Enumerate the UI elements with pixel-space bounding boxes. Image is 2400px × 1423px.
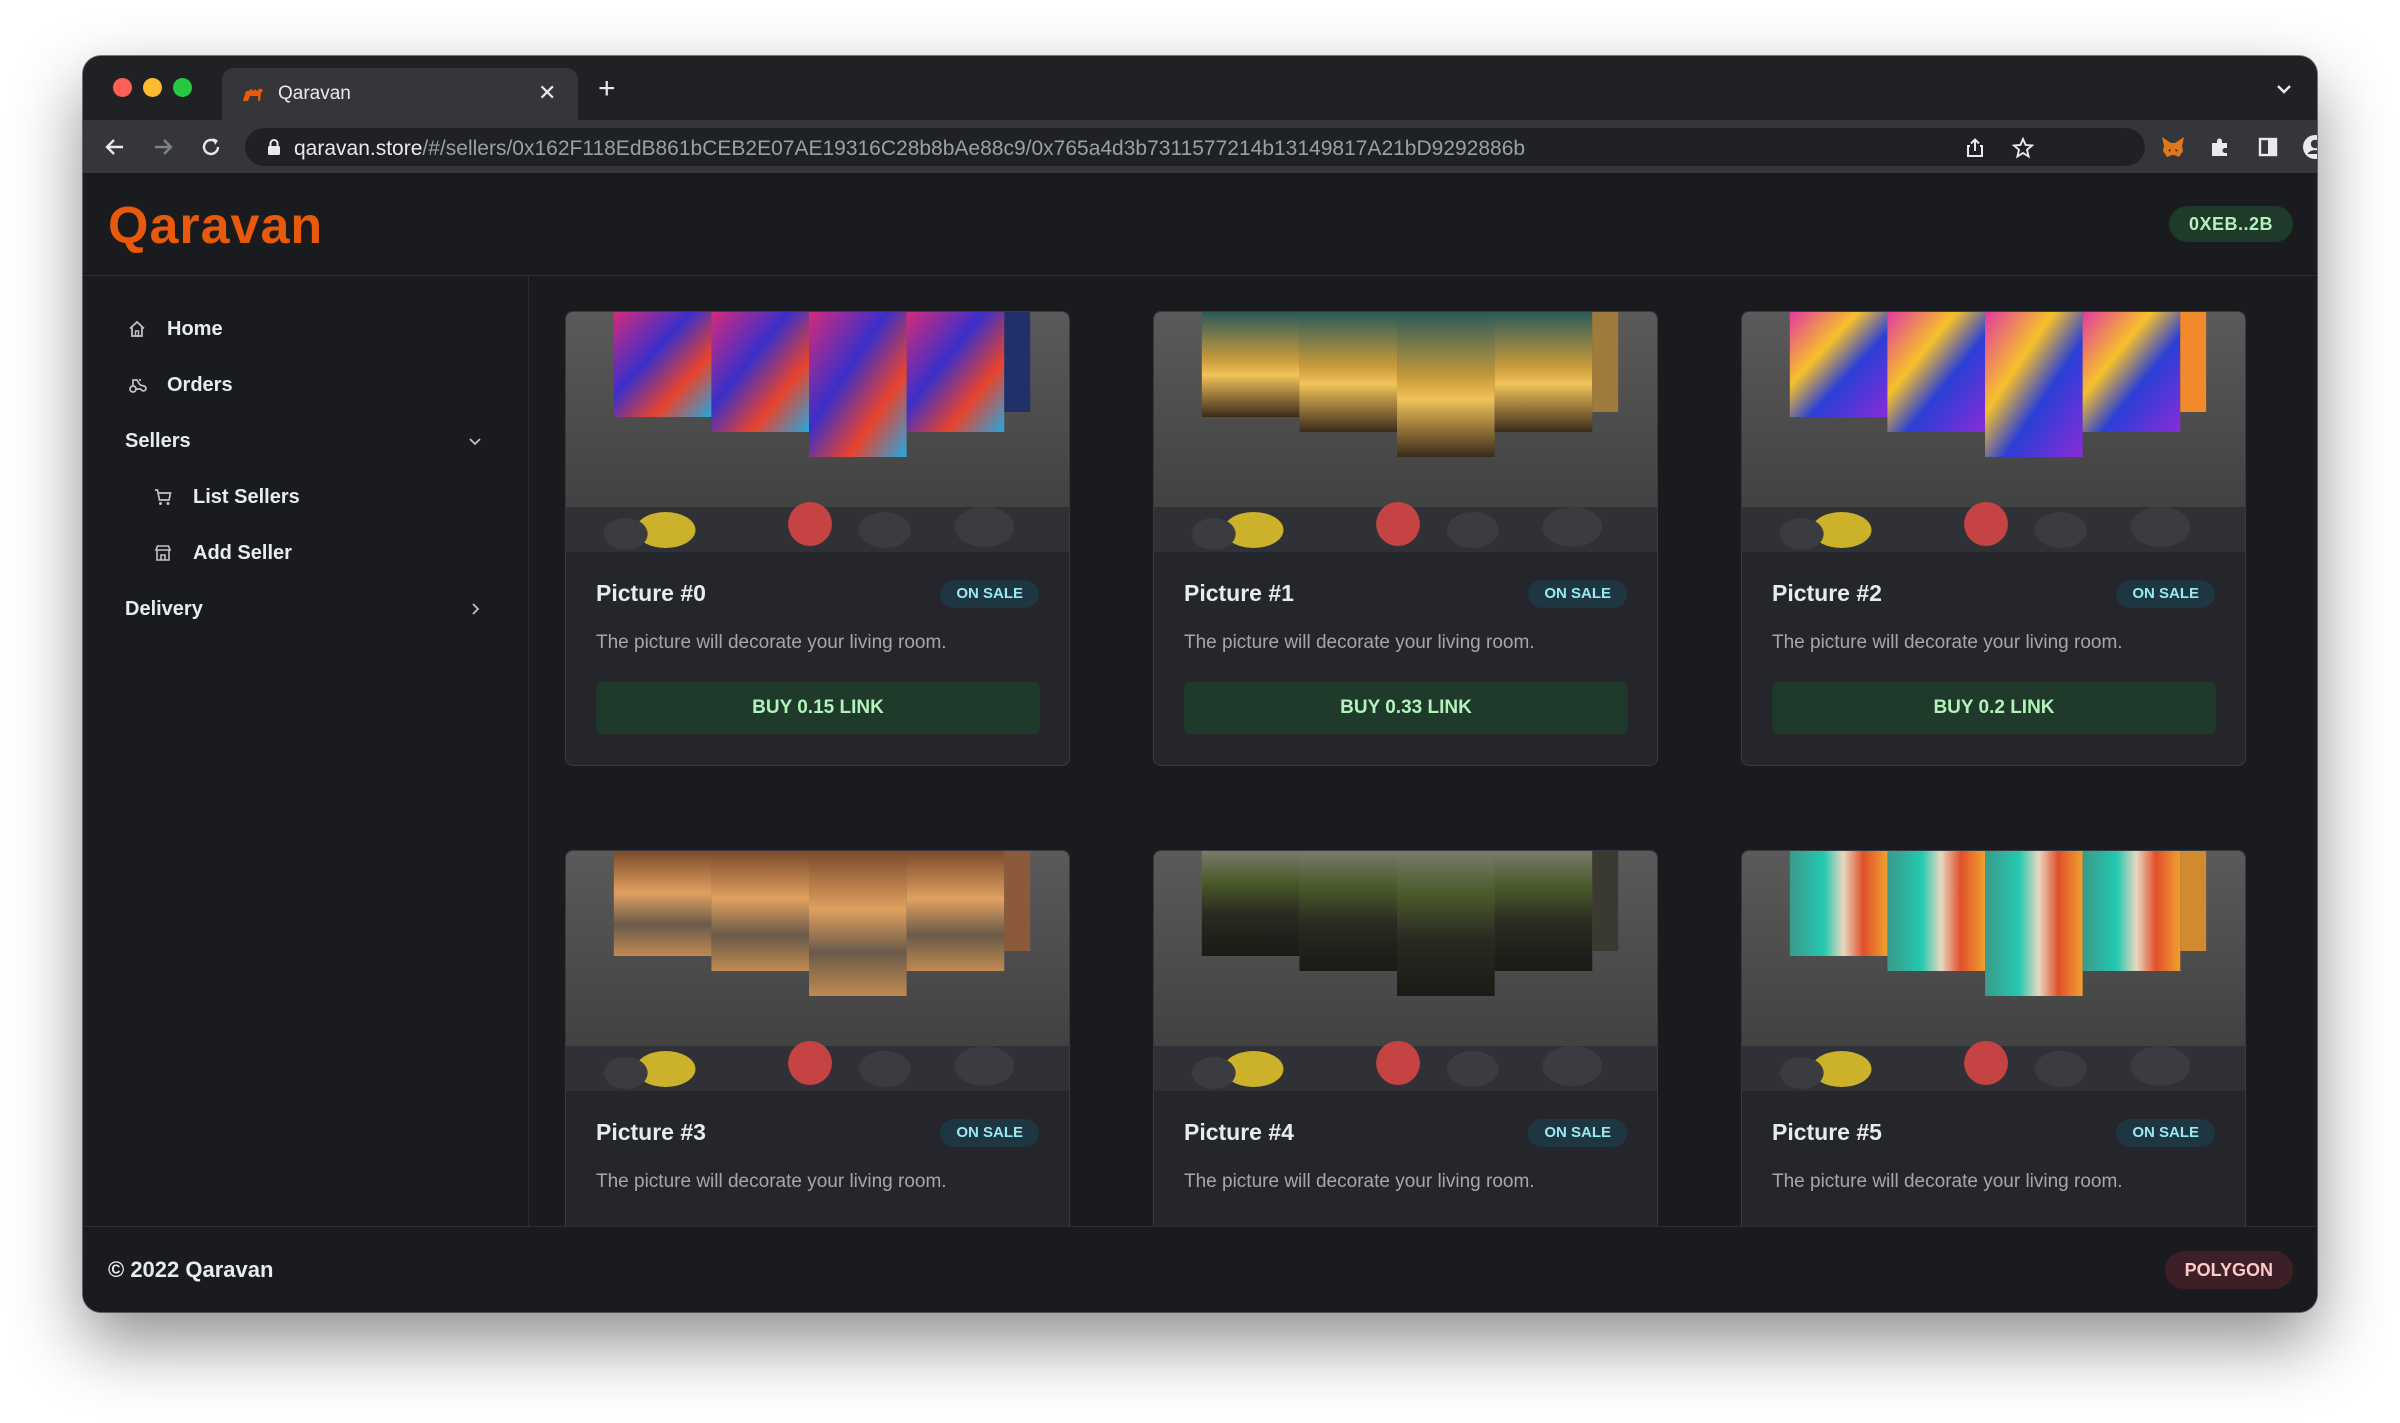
on-sale-badge: ON SALE bbox=[2116, 1119, 2215, 1147]
sidebar-item-home[interactable]: Home bbox=[125, 309, 223, 349]
profile-avatar-icon[interactable] bbox=[2301, 133, 2317, 161]
product-image[interactable] bbox=[1154, 312, 1657, 552]
camel-icon bbox=[243, 88, 263, 101]
on-sale-badge: ON SALE bbox=[1528, 580, 1627, 608]
sidebar-item-label: Home bbox=[167, 317, 223, 340]
on-sale-badge: ON SALE bbox=[1528, 1119, 1627, 1147]
cart-icon bbox=[151, 485, 175, 509]
maximize-window-button[interactable] bbox=[173, 78, 192, 97]
product-image[interactable] bbox=[1742, 312, 2245, 552]
wallet-address-badge[interactable]: 0XEB..2B bbox=[2168, 206, 2293, 242]
buy-button[interactable]: BUY 0.15 LINK bbox=[596, 682, 1040, 734]
product-title: Picture #2 bbox=[1772, 580, 1882, 606]
close-tab-icon[interactable]: ✕ bbox=[538, 80, 556, 106]
buy-button[interactable]: BUY 0.2 LINK bbox=[1772, 682, 2216, 734]
product-card: Picture #0 ON SALE The picture will deco… bbox=[565, 311, 1070, 766]
sidebar-item-sellers[interactable]: Sellers bbox=[125, 421, 191, 461]
sidebar-item-label: Add Seller bbox=[193, 541, 292, 564]
minimize-window-button[interactable] bbox=[143, 78, 162, 97]
browser-toolbar: qaravan.store/#/sellers/0x162F118EdB861b… bbox=[83, 120, 2317, 174]
product-image[interactable] bbox=[1742, 851, 2245, 1091]
product-card: Picture #2 ON SALE The picture will deco… bbox=[1741, 311, 2246, 766]
tab-title: Qaravan bbox=[278, 83, 351, 104]
product-card: Picture #3 ON SALE The picture will deco… bbox=[565, 850, 1070, 1226]
new-tab-button[interactable]: + bbox=[598, 74, 616, 104]
app-root: Qaravan 0XEB..2B Home Orders Sellers Lis… bbox=[83, 174, 2317, 1312]
product-description: The picture will decorate your living ro… bbox=[596, 1171, 947, 1192]
sidebar-item-orders[interactable]: Orders bbox=[125, 365, 233, 405]
copyright-text: © 2022 Qaravan bbox=[108, 1257, 274, 1282]
sidebar-item-label: Sellers bbox=[125, 429, 191, 452]
chevron-right-icon[interactable] bbox=[466, 600, 484, 618]
close-window-button[interactable] bbox=[113, 78, 132, 97]
product-title: Picture #4 bbox=[1184, 1119, 1294, 1145]
product-title: Picture #0 bbox=[596, 580, 706, 606]
product-description: The picture will decorate your living ro… bbox=[1772, 632, 2123, 653]
product-card: Picture #5 ON SALE The picture will deco… bbox=[1741, 850, 2246, 1226]
product-image[interactable] bbox=[1154, 851, 1657, 1091]
browser-tab[interactable]: Qaravan ✕ bbox=[222, 68, 578, 120]
building-store-icon bbox=[151, 541, 175, 565]
product-card: Picture #4 ON SALE The picture will deco… bbox=[1153, 850, 1658, 1226]
browser-window: Qaravan ✕ + qaravan.store/#/sellers/0x16… bbox=[83, 56, 2317, 1312]
sidebar-item-label: Delivery bbox=[125, 597, 203, 620]
tab-search-chevron-icon[interactable] bbox=[2273, 78, 2295, 100]
buy-button[interactable]: BUY 0.33 LINK bbox=[1184, 682, 1628, 734]
product-image[interactable] bbox=[566, 851, 1069, 1091]
chevron-down-icon[interactable] bbox=[466, 432, 484, 450]
share-icon[interactable] bbox=[1963, 136, 1987, 160]
back-icon[interactable] bbox=[101, 133, 129, 161]
forward-icon[interactable] bbox=[149, 133, 177, 161]
metamask-fox-icon[interactable] bbox=[2159, 133, 2187, 161]
product-description: The picture will decorate your living ro… bbox=[596, 632, 947, 653]
product-description: The picture will decorate your living ro… bbox=[1184, 632, 1535, 653]
product-image[interactable] bbox=[566, 312, 1069, 552]
on-sale-badge: ON SALE bbox=[940, 580, 1039, 608]
side-panel-icon[interactable] bbox=[2254, 133, 2282, 161]
brand-logo[interactable]: Qaravan bbox=[108, 196, 323, 256]
network-badge[interactable]: POLYGON bbox=[2164, 1251, 2293, 1289]
product-title: Picture #3 bbox=[596, 1119, 706, 1145]
sidebar-item-list-sellers[interactable]: List Sellers bbox=[151, 477, 300, 517]
address-bar[interactable]: qaravan.store/#/sellers/0x162F118EdB861b… bbox=[245, 128, 2145, 166]
sidebar-item-delivery[interactable]: Delivery bbox=[125, 589, 203, 629]
product-description: The picture will decorate your living ro… bbox=[1772, 1171, 2123, 1192]
product-title: Picture #1 bbox=[1184, 580, 1294, 606]
url-text[interactable]: qaravan.store/#/sellers/0x162F118EdB861b… bbox=[294, 137, 1525, 161]
product-grid: Picture #0 ON SALE The picture will deco… bbox=[530, 276, 2317, 1226]
sidebar: Home Orders Sellers List Sellers Add Sel… bbox=[83, 276, 529, 1226]
on-sale-badge: ON SALE bbox=[940, 1119, 1039, 1147]
home-icon bbox=[125, 317, 149, 341]
extensions-puzzle-icon[interactable] bbox=[2206, 133, 2234, 161]
app-footer: © 2022 Qaravan POLYGON bbox=[83, 1226, 2317, 1312]
sidebar-item-label: Orders bbox=[167, 373, 233, 396]
sidebar-item-label: List Sellers bbox=[193, 485, 300, 508]
product-description: The picture will decorate your living ro… bbox=[1184, 1171, 1535, 1192]
sidebar-item-add-seller[interactable]: Add Seller bbox=[151, 533, 292, 573]
on-sale-badge: ON SALE bbox=[2116, 580, 2215, 608]
lock-icon[interactable] bbox=[267, 138, 281, 156]
product-card: Picture #1 ON SALE The picture will deco… bbox=[1153, 311, 1658, 766]
product-title: Picture #5 bbox=[1772, 1119, 1882, 1145]
bookmark-star-icon[interactable] bbox=[2011, 136, 2035, 160]
reload-icon[interactable] bbox=[197, 133, 225, 161]
app-header: Qaravan 0XEB..2B bbox=[83, 174, 2317, 276]
orders-icon bbox=[125, 373, 149, 397]
tab-strip: Qaravan ✕ + bbox=[83, 56, 2317, 120]
